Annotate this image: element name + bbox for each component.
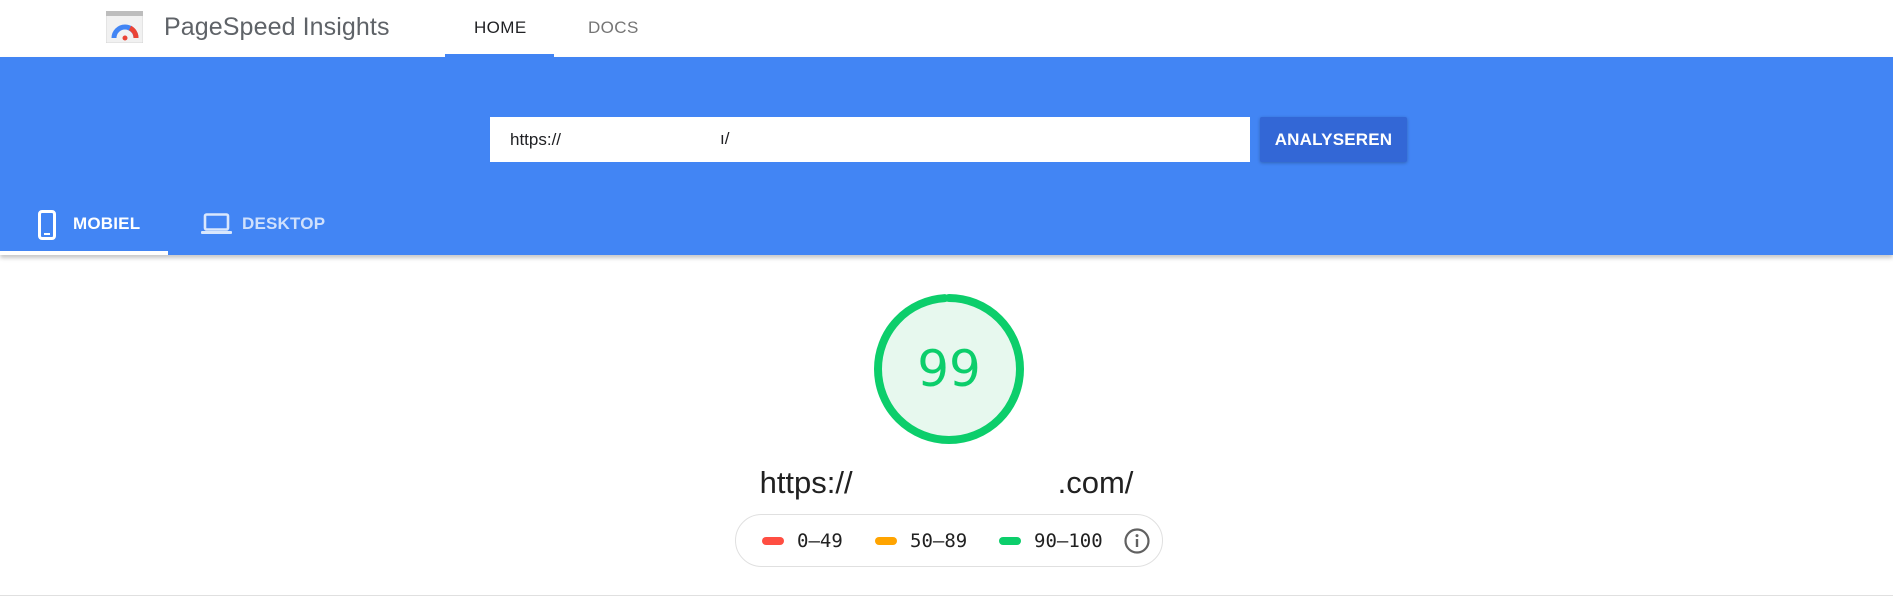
score-legend: 0–49 50–89 90–100 [735, 514, 1163, 567]
top-header: PageSpeed Insights HOME DOCS [0, 0, 1893, 57]
pagespeed-logo-icon[interactable] [105, 10, 144, 44]
info-icon[interactable] [1123, 527, 1151, 555]
legend-swatch-green [999, 537, 1021, 545]
legend-item-average: 50–89 [875, 530, 967, 552]
app-title: PageSpeed Insights [164, 13, 390, 41]
legend-label-good: 90–100 [1034, 530, 1103, 552]
legend-swatch-red [762, 537, 784, 545]
analyze-button[interactable]: ANALYSEREN [1260, 117, 1407, 162]
performance-score: 99 [917, 340, 981, 398]
legend-label-average: 50–89 [910, 530, 968, 552]
legend-item-poor: 0–49 [762, 530, 843, 552]
legend-item-good: 90–100 [999, 530, 1103, 552]
tab-desktop[interactable]: DESKTOP [168, 200, 338, 255]
legend-label-poor: 0–49 [797, 530, 843, 552]
nav-tab-docs[interactable]: DOCS [588, 18, 639, 38]
analyzed-url-prefix: https:// [759, 465, 853, 500]
tab-mobile-label: MOBIEL [73, 214, 141, 233]
section-divider [0, 595, 1893, 596]
laptop-icon [201, 213, 232, 240]
tab-mobile[interactable]: MOBIEL [0, 200, 168, 255]
tab-active-indicator [0, 251, 168, 255]
smartphone-icon [38, 210, 56, 245]
url-input-tail: ı/ [720, 129, 730, 148]
analyzed-url: https:// .com/ [0, 465, 1893, 501]
analyzed-url-suffix: .com/ [1057, 465, 1134, 500]
nav-tab-home[interactable]: HOME [474, 18, 527, 38]
legend-swatch-orange [875, 537, 897, 545]
url-redaction [578, 124, 718, 156]
tab-desktop-label: DESKTOP [242, 214, 326, 233]
